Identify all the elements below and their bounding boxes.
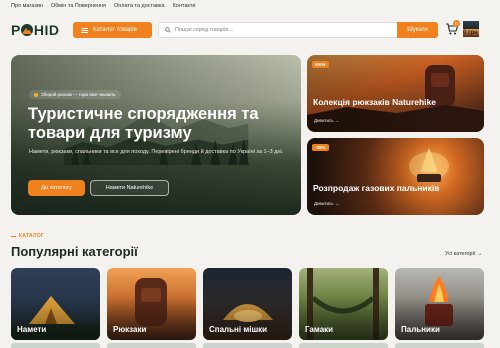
- logo-text-left: P: [11, 22, 21, 38]
- logo-text-right: HID: [33, 22, 60, 38]
- search-icon: [165, 27, 171, 33]
- promo-link[interactable]: Дивитись →: [314, 201, 339, 206]
- next-row-peek: [11, 343, 484, 348]
- promo-chip-new: NEW: [312, 61, 329, 68]
- hero-tag-text: Збирай рюкзак — гори вже чекають: [41, 92, 116, 97]
- category-label: Пальники: [401, 325, 440, 334]
- promo-chip-discount: -30%: [312, 144, 329, 151]
- search-placeholder: Пошук серед товарів...: [175, 27, 233, 33]
- promo-card-burners[interactable]: -30% Розпродаж газових пальників Дивитис…: [307, 138, 484, 215]
- catalog-tag-text: КАТАЛОГ: [19, 233, 45, 239]
- mountain-logo-icon: [21, 24, 34, 36]
- catalog-section-tag: КАТАЛОГ: [11, 233, 44, 239]
- topbar-link-about[interactable]: Про магазин: [11, 3, 43, 9]
- all-categories-link[interactable]: Усі категорії →: [445, 251, 482, 257]
- category-label: Гамаки: [305, 325, 334, 334]
- hero-tag: Збирай рюкзак — гори вже чекають: [29, 90, 121, 99]
- hero-banner: Збирай рюкзак — гори вже чекають Туристи…: [11, 55, 301, 215]
- logo[interactable]: P HID: [11, 22, 59, 38]
- category-label: Рюкзаки: [113, 325, 147, 334]
- cart-label: Кошик: [463, 21, 480, 29]
- hero-title: Туристичне спорядження та товари для тур…: [28, 105, 259, 142]
- category-tile-sleeping-bags[interactable]: Спальні мішки: [203, 268, 292, 340]
- topbar-link-returns[interactable]: Обмін та Повернення: [51, 3, 106, 9]
- topbar-link-delivery[interactable]: Оплата та доставка: [114, 3, 165, 9]
- to-catalog-button[interactable]: До каталогу: [28, 180, 85, 196]
- catalog-button[interactable]: Каталог товарів: [73, 22, 152, 38]
- search-button[interactable]: Шукати: [397, 22, 438, 38]
- tag-dot-icon: [34, 92, 38, 97]
- category-tile-burners[interactable]: Пальники: [395, 268, 484, 340]
- promo-link[interactable]: Дивитись →: [314, 118, 339, 123]
- category-tile-hammocks[interactable]: Гамаки: [299, 268, 388, 340]
- header: P HID Каталог товарів Пошук серед товарі…: [0, 12, 500, 48]
- search-input[interactable]: Пошук серед товарів...: [158, 22, 397, 38]
- category-label: Спальні мішки: [209, 325, 268, 334]
- tents-naturehike-button[interactable]: Намети Naturehike: [90, 180, 169, 196]
- cart-total: 0 грн: [463, 29, 480, 37]
- menu-icon: [81, 27, 88, 33]
- topbar: Про магазин Обмін та Повернення Оплата т…: [0, 0, 500, 12]
- catalog-title: Популярні категорії: [11, 244, 138, 259]
- search-bar: Пошук серед товарів... Шукати: [158, 22, 438, 38]
- promo-title: Колекція рюкзаків Naturehike: [313, 97, 437, 107]
- category-label: Намети: [17, 325, 47, 334]
- category-tiles: Намети Рюкзаки Спальні мішки Гамаки Паль…: [11, 268, 484, 340]
- catalog-button-label: Каталог товарів: [93, 27, 137, 33]
- category-tile-tents[interactable]: Намети: [11, 268, 100, 340]
- topbar-link-contacts[interactable]: Контакти: [173, 3, 196, 9]
- category-tile-backpacks[interactable]: Рюкзаки: [107, 268, 196, 340]
- promo-title: Розпродаж газових пальників: [313, 183, 440, 193]
- promo-card-backpacks[interactable]: NEW Колекція рюкзаків Naturehike Дивитис…: [307, 55, 484, 132]
- hero-description: Намети, рюкзаки, спальники та все для по…: [29, 149, 284, 155]
- cart-count-badge: 0: [453, 20, 460, 27]
- dash-icon: [11, 235, 16, 237]
- cart[interactable]: 0 Кошик 0 грн: [445, 20, 480, 37]
- cart-icon: 0: [445, 20, 460, 36]
